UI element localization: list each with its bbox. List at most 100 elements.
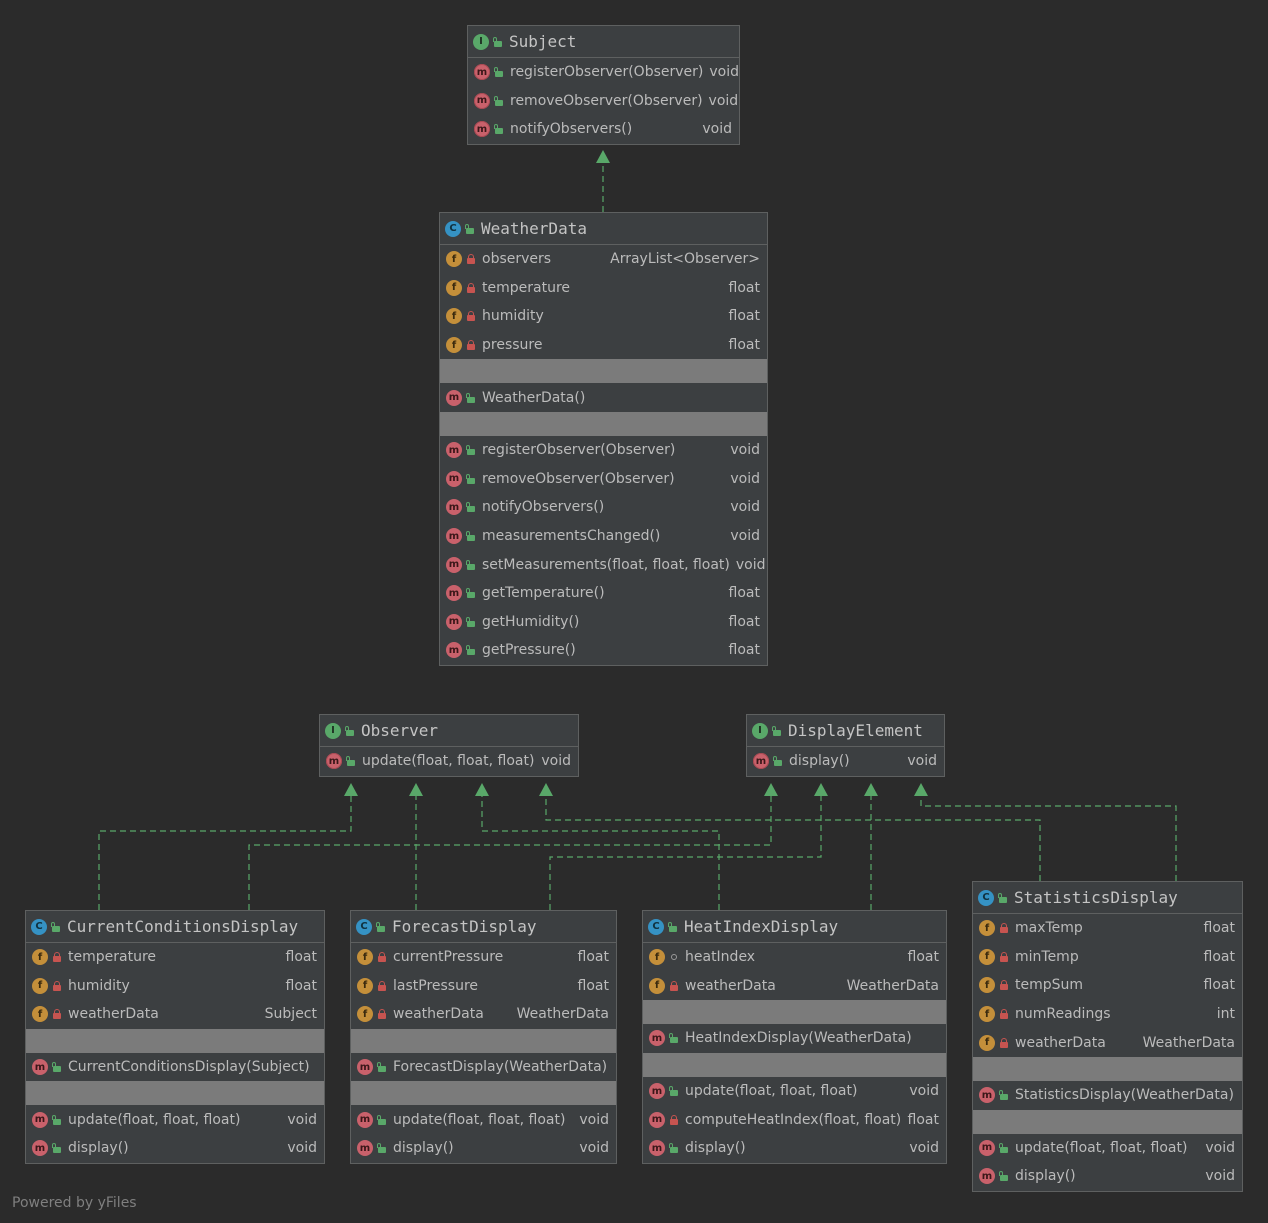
method-row[interactable]: m display() void xyxy=(643,1134,946,1163)
node-header[interactable]: C WeatherData xyxy=(440,213,767,245)
field-row[interactable]: f temperature float xyxy=(26,943,324,972)
node-header[interactable]: C ForecastDisplay xyxy=(351,911,616,943)
method-row[interactable]: m update(float, float, float) void xyxy=(973,1134,1242,1163)
heatindex-node[interactable]: C HeatIndexDisplay f heatIndex float f weather… xyxy=(642,910,947,1164)
method-row[interactable]: m removeObserver(Observer) void xyxy=(440,465,767,494)
node-header[interactable]: C CurrentConditionsDisplay xyxy=(26,911,324,943)
member-name: notifyObservers() xyxy=(510,121,633,138)
field-row[interactable]: f heatIndex float xyxy=(643,943,946,972)
method-row[interactable]: m getPressure() float xyxy=(440,636,767,665)
field-row[interactable]: f pressure float xyxy=(440,331,767,360)
node-header[interactable]: C HeatIndexDisplay xyxy=(643,911,946,943)
constructor-row[interactable]: m WeatherData() xyxy=(440,383,767,412)
field-icon: f xyxy=(979,1034,995,1051)
subject-node[interactable]: I Subject m registerObserver(Observer) void m… xyxy=(467,25,740,145)
field-row[interactable]: f tempSum float xyxy=(973,971,1242,1000)
method-row[interactable]: m display() void xyxy=(351,1134,616,1163)
public-lock-icon xyxy=(377,1115,387,1125)
constructor-row[interactable]: m ForecastDisplay(WeatherData) xyxy=(351,1053,616,1082)
method-row[interactable]: m update(float, float, float) void xyxy=(26,1105,324,1134)
method-row[interactable]: m update(float, float, float) void xyxy=(320,747,578,776)
private-lock-icon xyxy=(466,254,476,265)
public-lock-icon xyxy=(998,893,1008,903)
field-row[interactable]: f humidity float xyxy=(440,302,767,331)
method-row[interactable]: m getTemperature() float xyxy=(440,579,767,608)
field-row[interactable]: f maxTemp float xyxy=(973,914,1242,943)
method-row[interactable]: m notifyObservers() void xyxy=(440,493,767,522)
public-lock-icon xyxy=(52,1143,62,1154)
method-row[interactable]: m display() void xyxy=(973,1162,1242,1191)
member-name: weatherData xyxy=(68,1006,159,1023)
member-name: removeObserver(Observer) xyxy=(482,470,675,487)
method-icon: m xyxy=(446,585,462,602)
member-type: float xyxy=(1203,977,1235,994)
node-header[interactable]: I Subject xyxy=(468,26,739,58)
field-row[interactable]: f numReadings int xyxy=(973,1000,1242,1029)
method-row[interactable]: m display() void xyxy=(747,747,944,776)
section-separator xyxy=(26,1028,324,1053)
method-row[interactable]: m registerObserver(Observer) void xyxy=(468,58,739,87)
node-header[interactable]: I DisplayElement xyxy=(747,715,944,747)
field-row[interactable]: f weatherData WeatherData xyxy=(973,1028,1242,1057)
field-row[interactable]: f weatherData Subject xyxy=(26,1000,324,1029)
field-row[interactable]: f currentPressure float xyxy=(351,943,616,972)
member-type: float xyxy=(285,977,317,994)
public-lock-icon xyxy=(494,124,504,135)
weatherdata-node[interactable]: C WeatherData f observers ArrayList<Observer… xyxy=(439,212,768,666)
currentconditions-node[interactable]: C CurrentConditionsDisplay f temperature flo… xyxy=(25,910,325,1164)
method-row[interactable]: m registerObserver(Observer) void xyxy=(440,436,767,465)
field-icon: f xyxy=(32,1006,48,1023)
forecast-node[interactable]: C ForecastDisplay f currentPressure float f la… xyxy=(350,910,617,1164)
abstract-method-icon: m xyxy=(474,121,490,138)
private-lock-icon xyxy=(52,1009,62,1020)
method-icon: m xyxy=(446,442,462,459)
method-row[interactable]: m computeHeatIndex(float, float) float xyxy=(643,1105,946,1134)
implements-arrowhead xyxy=(914,783,928,796)
constructor-row[interactable]: m CurrentConditionsDisplay(Subject) xyxy=(26,1053,324,1082)
field-row[interactable]: f weatherData WeatherData xyxy=(351,1000,616,1029)
public-lock-icon xyxy=(773,756,783,767)
node-title: Observer xyxy=(361,721,439,740)
method-row[interactable]: m measurementsChanged() void xyxy=(440,522,767,551)
implements-arrowhead xyxy=(764,783,778,796)
member-name: humidity xyxy=(68,977,130,994)
node-title: ForecastDisplay xyxy=(392,917,537,936)
public-lock-icon xyxy=(52,1115,62,1125)
member-type: void xyxy=(1205,1168,1235,1185)
field-row[interactable]: f observers ArrayList<Observer> xyxy=(440,245,767,274)
node-header[interactable]: C StatisticsDisplay xyxy=(973,882,1242,914)
method-row[interactable]: m removeObserver(Observer) void xyxy=(468,87,739,116)
public-lock-icon xyxy=(669,1086,679,1097)
field-icon: f xyxy=(979,948,995,965)
method-icon: m xyxy=(446,528,462,545)
method-row[interactable]: m getHumidity() float xyxy=(440,608,767,637)
public-lock-icon xyxy=(494,96,504,106)
observer-node[interactable]: I Observer m update(float, float, float) voi… xyxy=(319,714,579,777)
field-row[interactable]: f minTemp float xyxy=(973,943,1242,972)
field-row[interactable]: f lastPressure float xyxy=(351,972,616,1001)
public-lock-icon xyxy=(345,726,355,736)
method-row[interactable]: m setMeasurements(float, float, float) voi… xyxy=(440,550,767,579)
class-icon: C xyxy=(445,220,461,237)
statistics-node[interactable]: C StatisticsDisplay f maxTemp float f minTemp f… xyxy=(972,881,1243,1192)
method-row[interactable]: m display() void xyxy=(26,1134,324,1163)
member-type: void xyxy=(909,1140,939,1157)
constructor-row[interactable]: m HeatIndexDisplay(WeatherData) xyxy=(643,1024,946,1053)
field-row[interactable]: f temperature float xyxy=(440,274,767,303)
member-name: measurementsChanged() xyxy=(482,528,661,545)
implements-arrowhead xyxy=(475,783,489,796)
method-row[interactable]: m notifyObservers() void xyxy=(468,115,739,144)
field-row[interactable]: f weatherData WeatherData xyxy=(643,972,946,1001)
abstract-method-icon: m xyxy=(474,64,490,81)
method-icon: m xyxy=(446,470,462,487)
field-row[interactable]: f humidity float xyxy=(26,972,324,1001)
interface-icon: I xyxy=(325,722,341,739)
method-row[interactable]: m update(float, float, float) void xyxy=(351,1105,616,1134)
method-row[interactable]: m update(float, float, float) void xyxy=(643,1077,946,1106)
displayelement-node[interactable]: I DisplayElement m display() void xyxy=(746,714,945,777)
section-separator xyxy=(973,1109,1242,1134)
edge-statistics-implements-observer xyxy=(539,783,1041,881)
constructor-row[interactable]: m StatisticsDisplay(WeatherData) xyxy=(973,1081,1242,1110)
node-header[interactable]: I Observer xyxy=(320,715,578,747)
method-icon: m xyxy=(32,1140,48,1157)
